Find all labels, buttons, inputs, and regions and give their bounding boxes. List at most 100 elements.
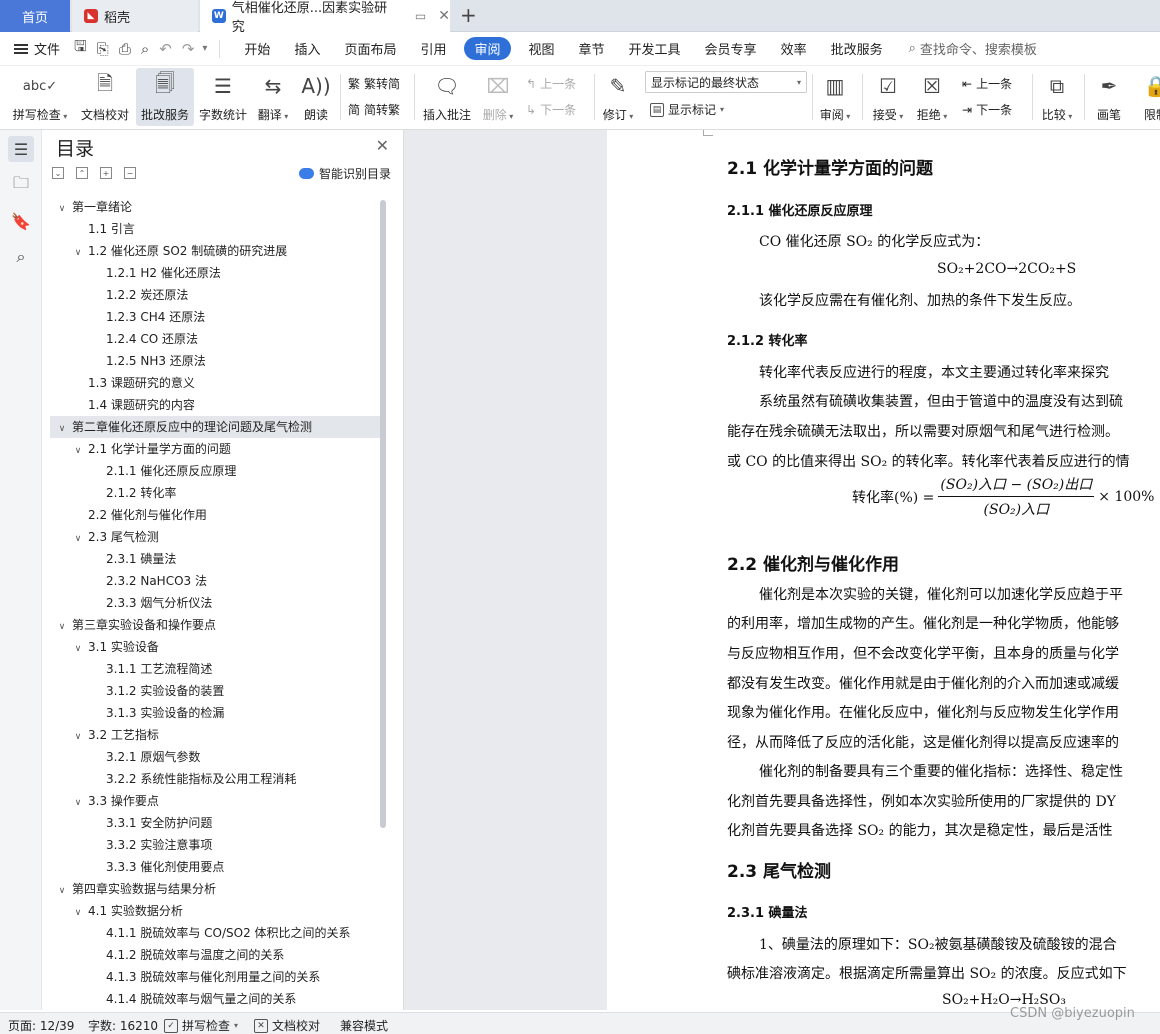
- toc-item[interactable]: 2.3.3 烟气分析仪法: [50, 592, 380, 614]
- menu-tab[interactable]: 页面布局: [344, 39, 396, 58]
- toc-item[interactable]: 1.2.5 NH3 还原法: [50, 350, 380, 372]
- toc-item[interactable]: 1.2.1 H2 催化还原法: [50, 262, 380, 284]
- toc-item[interactable]: 2.1.2 转化率: [50, 482, 380, 504]
- tab-daoke[interactable]: ◣ 稻壳: [72, 0, 198, 32]
- spell-check-button[interactable]: abc✓ 拼写检查 ▾: [6, 68, 74, 126]
- markup-state-select[interactable]: 显示标记的最终状态 ▾: [645, 71, 807, 93]
- chevron-down-icon[interactable]: ▾: [202, 43, 207, 54]
- show-markup-button[interactable]: ▤ 显示标记 ▾: [650, 101, 724, 118]
- toc-item[interactable]: 4.1.1 脱硫效率与 CO/SO2 体积比之间的关系: [50, 922, 380, 944]
- remove-heading-icon[interactable]: −: [124, 167, 136, 179]
- toc-item[interactable]: 2.1.1 催化还原反应原理: [50, 460, 380, 482]
- menu-tab[interactable]: 引用: [420, 39, 446, 58]
- chevron-down-icon[interactable]: ∨: [72, 792, 84, 814]
- undo-icon[interactable]: ↶: [159, 40, 172, 58]
- toc-scrollbar[interactable]: [380, 200, 386, 828]
- reject-button[interactable]: ☒ 拒绝 ▾: [912, 68, 952, 126]
- chapter-nav-icon[interactable]: 🗀: [8, 172, 34, 198]
- insert-comment-button[interactable]: 🗨 插入批注: [420, 68, 474, 126]
- toc-item[interactable]: ∨ 第四章实验数据与结果分析: [50, 878, 380, 900]
- smart-detect-toc-button[interactable]: 智能识别目录: [298, 165, 391, 182]
- toc-item[interactable]: ∨ 1.2 催化还原 SO2 制硫磺的研究进展: [50, 240, 380, 262]
- word-count-button[interactable]: ☰ 字数统计: [196, 68, 250, 126]
- toc-item[interactable]: 3.2.2 系统性能指标及公用工程消耗: [50, 768, 380, 790]
- chevron-down-icon[interactable]: ∨: [72, 638, 84, 660]
- next-comment-button[interactable]: ↳ 下一条: [526, 101, 576, 118]
- toc-item[interactable]: 2.3.1 碘量法: [50, 548, 380, 570]
- menu-tab[interactable]: 开发工具: [629, 39, 681, 58]
- simp-to-trad-button[interactable]: 简简转繁: [348, 101, 400, 118]
- toc-item[interactable]: 3.2.1 原烟气参数: [50, 746, 380, 768]
- toc-item[interactable]: ∨ 3.3 操作要点: [50, 790, 380, 812]
- print-preview-icon[interactable]: ⌕: [141, 40, 149, 58]
- toc-item[interactable]: ∨ 第二章催化还原反应中的理论问题及尾气检测: [50, 416, 380, 438]
- toc-item[interactable]: 1.3 课题研究的意义: [50, 372, 380, 394]
- toc-item[interactable]: 4.1.2 脱硫效率与温度之间的关系: [50, 944, 380, 966]
- menu-tab[interactable]: 效率: [781, 39, 807, 58]
- tab-home[interactable]: 首页: [0, 0, 70, 32]
- collapse-all-icon[interactable]: ⌃: [76, 167, 88, 179]
- chevron-down-icon[interactable]: ∨: [72, 242, 84, 264]
- expand-all-icon[interactable]: ⌄: [52, 167, 64, 179]
- toc-item[interactable]: ∨ 第三章实验设备和操作要点: [50, 614, 380, 636]
- chevron-down-icon[interactable]: ∨: [72, 726, 84, 748]
- close-tab-icon[interactable]: ✕: [438, 8, 450, 24]
- toc-item[interactable]: 1.2.2 炭还原法: [50, 284, 380, 306]
- menu-tab[interactable]: 开始: [244, 39, 270, 58]
- new-tab-icon[interactable]: +: [460, 3, 477, 27]
- monitor-icon[interactable]: ▭: [415, 9, 426, 23]
- chevron-down-icon[interactable]: ∨: [56, 198, 68, 220]
- grading-service-button[interactable]: 🗐 批改服务: [136, 68, 194, 126]
- next-change-button[interactable]: ⇥ 下一条: [962, 101, 1012, 118]
- toc-item[interactable]: ∨ 第一章绪论: [50, 196, 380, 218]
- add-heading-icon[interactable]: +: [100, 167, 112, 179]
- file-menu[interactable]: 文件: [14, 39, 60, 58]
- accept-button[interactable]: ☑ 接受 ▾: [868, 68, 908, 126]
- export-pdf-icon[interactable]: ⎘: [97, 40, 109, 58]
- close-icon[interactable]: ✕: [376, 136, 389, 155]
- menu-tab[interactable]: 会员专享: [705, 39, 757, 58]
- toc-item[interactable]: 3.1.1 工艺流程简述: [50, 658, 380, 680]
- toc-item[interactable]: 1.2.4 CO 还原法: [50, 328, 380, 350]
- bookmark-icon[interactable]: 🔖: [8, 208, 34, 234]
- toc-item[interactable]: 4.1.4 脱硫效率与烟气量之间的关系: [50, 988, 380, 1006]
- toc-item[interactable]: ∨ 3.1 实验设备: [50, 636, 380, 658]
- toc-item[interactable]: 3.3.1 安全防护问题: [50, 812, 380, 834]
- toc-item[interactable]: ∨ 3.2 工艺指标: [50, 724, 380, 746]
- delete-comment-button[interactable]: ⌧ 删除 ▾: [478, 68, 518, 126]
- trad-to-simp-button[interactable]: 繁繁转简: [348, 75, 400, 92]
- page-indicator[interactable]: 页面: 12/39: [8, 1017, 74, 1034]
- pen-button[interactable]: ✒ 画笔: [1090, 68, 1128, 126]
- prev-change-button[interactable]: ⇤ 上一条: [962, 75, 1012, 92]
- status-doc-proofread[interactable]: ✕ 文档校对: [254, 1017, 320, 1034]
- menu-tab[interactable]: 章节: [579, 39, 605, 58]
- toc-item[interactable]: 3.3.2 实验注意事项: [50, 834, 380, 856]
- review-pane-button[interactable]: ▥ 审阅 ▾: [816, 68, 854, 126]
- toc-item[interactable]: 1.2.3 CH4 还原法: [50, 306, 380, 328]
- toc-item[interactable]: 3.1.3 实验设备的检漏: [50, 702, 380, 724]
- toc-item[interactable]: ∨ 2.1 化学计量学方面的问题: [50, 438, 380, 460]
- status-spell-check[interactable]: ✓ 拼写检查 ▾: [164, 1017, 238, 1034]
- menu-tab[interactable]: 视图: [529, 39, 555, 58]
- toc-item[interactable]: 1.1 引言: [50, 218, 380, 240]
- menu-tab[interactable]: 审阅: [464, 37, 511, 60]
- prev-comment-button[interactable]: ↰ 上一条: [526, 75, 576, 92]
- track-changes-button[interactable]: ✎ 修订 ▾: [598, 68, 638, 126]
- doc-proofread-button[interactable]: 🗎 文档校对: [76, 68, 134, 126]
- chevron-down-icon[interactable]: ∨: [56, 418, 68, 440]
- toc-item[interactable]: ∨ 2.3 尾气检测: [50, 526, 380, 548]
- read-aloud-button[interactable]: A)) 朗读: [296, 68, 336, 126]
- toc-item[interactable]: 3.1.2 实验设备的装置: [50, 680, 380, 702]
- restrict-editing-button[interactable]: 🔒 限制: [1136, 68, 1160, 126]
- chevron-down-icon[interactable]: ∨: [72, 528, 84, 550]
- toc-item[interactable]: ∨ 4.1 实验数据分析: [50, 900, 380, 922]
- redo-icon[interactable]: ↷: [182, 40, 195, 58]
- toc-item[interactable]: 2.3.2 NaHCO3 法: [50, 570, 380, 592]
- chevron-down-icon[interactable]: ∨: [72, 440, 84, 462]
- toc-item[interactable]: 2.2 催化剂与催化作用: [50, 504, 380, 526]
- toc-item[interactable]: 3.3.3 催化剂使用要点: [50, 856, 380, 878]
- chevron-down-icon[interactable]: ∨: [72, 902, 84, 924]
- save-icon[interactable]: 🖫: [74, 36, 87, 61]
- command-search[interactable]: ⌕ 查找命令、搜索模板: [909, 39, 1037, 58]
- menu-tab[interactable]: 批改服务: [831, 39, 883, 58]
